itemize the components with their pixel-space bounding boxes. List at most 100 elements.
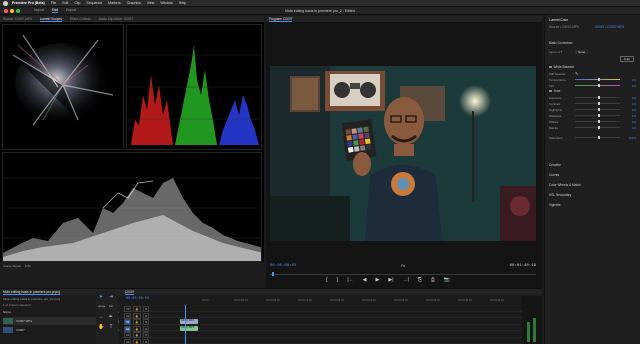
vignette-section[interactable]: Vignette bbox=[549, 203, 561, 207]
timeline-playhead[interactable] bbox=[185, 305, 186, 344]
video-clip[interactable]: C0007.MP4 bbox=[180, 319, 198, 324]
pen-tool-icon[interactable]: ✒ bbox=[108, 314, 114, 320]
lift-button[interactable]: ⎘ bbox=[418, 278, 422, 283]
step-forward-button[interactable]: ▶| bbox=[388, 278, 393, 283]
menu-file[interactable]: File bbox=[51, 1, 57, 5]
lumetri-clip-select[interactable]: C0007 • C0007.MP4 bbox=[595, 25, 624, 29]
lumetri-title[interactable]: Lumetri Color bbox=[549, 18, 568, 22]
slider-track[interactable] bbox=[575, 78, 620, 81]
track-select-tool-icon[interactable]: ⇥ bbox=[108, 294, 114, 300]
basic-correction-header[interactable]: Basic Correction bbox=[549, 41, 572, 45]
slider-label: Highlights bbox=[549, 107, 563, 112]
clamp-signal-toggle[interactable]: Clamp Signal bbox=[3, 264, 21, 268]
slider-handle[interactable] bbox=[597, 96, 600, 99]
program-scrubber[interactable] bbox=[270, 272, 536, 276]
timeline-ruler[interactable]: 00:00 00:00:04:23 00:00:09:23 00:00:14:23 00… bbox=[202, 299, 542, 304]
slider-track[interactable] bbox=[575, 102, 620, 105]
ripple-edit-tool-icon[interactable]: ⟺ bbox=[98, 304, 105, 310]
hand-tool-icon[interactable]: ✋ bbox=[98, 324, 104, 330]
white-balance-checkbox[interactable] bbox=[549, 65, 552, 69]
slider-value[interactable]: 0.0 bbox=[624, 108, 636, 112]
slider-value[interactable]: 0.0 bbox=[624, 96, 636, 100]
program-timecode[interactable]: 00:00:09:03 bbox=[270, 264, 296, 268]
tone-checkbox[interactable] bbox=[549, 89, 552, 93]
slider-track[interactable] bbox=[575, 96, 620, 99]
slider-handle[interactable] bbox=[597, 102, 600, 105]
eyedropper-icon[interactable]: ✎ bbox=[575, 71, 578, 76]
slider-handle[interactable] bbox=[597, 78, 600, 81]
slider-value[interactable]: 0.0 bbox=[624, 102, 636, 106]
lock-icon[interactable]: 🔒 bbox=[133, 338, 141, 344]
timeline-panel: C0007 00:00:09:03 00:00 00:00:04:23 00:00:… bbox=[122, 288, 542, 344]
menu-graphics[interactable]: Graphics bbox=[127, 1, 141, 5]
column-name[interactable]: Name bbox=[3, 310, 11, 314]
mark-out-button[interactable]: } bbox=[337, 278, 339, 283]
slider-track[interactable] bbox=[575, 136, 620, 139]
type-tool-icon[interactable]: T bbox=[108, 324, 114, 330]
mark-in-button[interactable]: { bbox=[326, 278, 328, 283]
slider-handle[interactable] bbox=[597, 108, 600, 111]
slider-value[interactable]: 0.0 bbox=[624, 126, 636, 130]
slider-track[interactable] bbox=[575, 114, 620, 117]
menu-edit[interactable]: Edit bbox=[62, 1, 68, 5]
vectorscope bbox=[2, 24, 124, 150]
go-to-out-button[interactable]: →| bbox=[403, 278, 409, 283]
slider-track[interactable] bbox=[575, 120, 620, 123]
sync-lock-icon[interactable]: ⇅ bbox=[142, 338, 150, 344]
slip-tool-icon[interactable]: ↔ bbox=[98, 314, 104, 320]
slider-value[interactable]: 0.0 bbox=[624, 120, 636, 124]
apple-icon[interactable] bbox=[3, 0, 8, 6]
play-button[interactable]: ▶ bbox=[376, 278, 380, 283]
track-target-toggle[interactable]: A3 bbox=[124, 338, 132, 344]
zoom-fit-select[interactable]: Fit bbox=[401, 264, 405, 268]
slider-handle[interactable] bbox=[597, 136, 600, 139]
hsl-secondary-section[interactable]: HSL Secondary bbox=[549, 193, 571, 197]
auto-button[interactable]: Auto bbox=[619, 56, 634, 62]
white-balance-header[interactable]: White Balance bbox=[549, 65, 574, 69]
bit-depth-select[interactable]: 8 Bit bbox=[25, 264, 31, 268]
slider-handle[interactable] bbox=[597, 120, 600, 123]
tab-lumetri-scopes[interactable]: Lumetri Scopes bbox=[39, 17, 62, 22]
playhead-marker[interactable] bbox=[272, 272, 274, 276]
creative-section[interactable]: Creative bbox=[549, 163, 561, 167]
menu-window[interactable]: Window bbox=[160, 1, 172, 5]
slider-track[interactable] bbox=[575, 84, 620, 87]
slider-value[interactable]: 0.0 bbox=[624, 78, 636, 82]
slider-value[interactable]: 0.0 bbox=[624, 84, 636, 88]
export-frame-icon[interactable]: 📷 bbox=[444, 278, 450, 283]
go-to-in-button[interactable]: |← bbox=[347, 278, 353, 283]
program-monitor: 00:00:09:03 Fit 00:01:48:19 { } |← ◀ ▶ ▶… bbox=[266, 22, 542, 288]
menu-markers[interactable]: Markers bbox=[108, 1, 121, 5]
slider-handle[interactable] bbox=[597, 126, 600, 129]
extract-button[interactable]: ⎙ bbox=[431, 278, 435, 283]
tab-project[interactable]: Mute editing basis in premiere pro.prpro… bbox=[3, 290, 61, 295]
timeline-timecode[interactable]: 00:00:09:03 bbox=[126, 297, 149, 301]
color-wheels-section[interactable]: Color Wheels & Match bbox=[549, 183, 581, 187]
audio-meters bbox=[522, 296, 542, 344]
slider-handle[interactable] bbox=[597, 114, 600, 117]
input-lut-select[interactable]: None bbox=[575, 49, 589, 54]
audio-clip[interactable]: C0007.MP4 bbox=[180, 325, 198, 331]
tab-program[interactable]: Program: C0007 bbox=[269, 17, 293, 22]
menu-app[interactable]: Premiere Pro (Beta) bbox=[12, 1, 45, 5]
tab-source[interactable]: Source: C0007.MP4 bbox=[3, 17, 32, 21]
tab-effect-controls[interactable]: Effect Controls bbox=[70, 17, 91, 21]
tab-audio-clip-mixer[interactable]: Audio Clip Mixer: C0007 bbox=[99, 17, 133, 21]
slider-track[interactable] bbox=[575, 108, 620, 111]
slider-value[interactable]: 0.0 bbox=[624, 114, 636, 118]
menu-sequence[interactable]: Sequence bbox=[86, 1, 102, 5]
slider-value[interactable]: 100.0 bbox=[624, 136, 636, 140]
razor-tool-icon[interactable]: ✂ bbox=[108, 304, 114, 310]
slider-handle[interactable] bbox=[597, 84, 600, 87]
lumetri-row-blacks: Blacks 0.0 bbox=[549, 125, 636, 130]
selection-tool-icon[interactable]: ➤ bbox=[98, 294, 104, 300]
menu-help[interactable]: Help bbox=[179, 1, 186, 5]
tone-header[interactable]: Tone bbox=[549, 89, 560, 93]
menu-clip[interactable]: Clip bbox=[74, 1, 80, 5]
tab-sequence[interactable]: C0007 bbox=[125, 290, 135, 295]
menu-view[interactable]: View bbox=[147, 1, 155, 5]
curves-section[interactable]: Curves bbox=[549, 173, 559, 177]
slider-track[interactable] bbox=[575, 126, 620, 129]
ruler-tick-label: 00:00:04:23 bbox=[234, 299, 248, 302]
step-back-button[interactable]: ◀ bbox=[363, 278, 367, 283]
